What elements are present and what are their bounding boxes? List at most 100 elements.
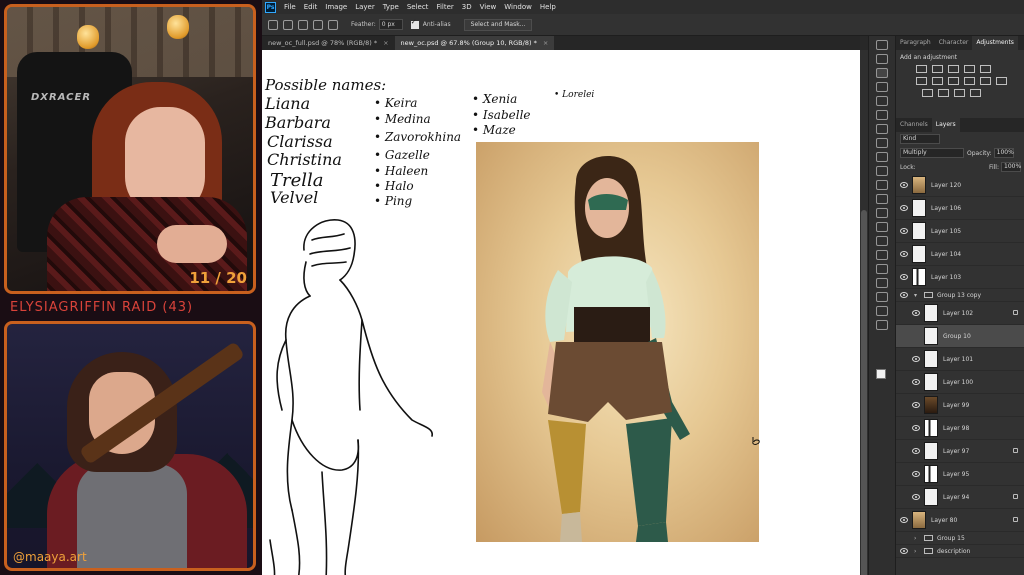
layer-row-selected[interactable]: Group 10: [896, 325, 1024, 348]
expand-arrow-icon[interactable]: ▾: [914, 292, 922, 299]
menu-window[interactable]: Window: [504, 3, 532, 11]
visibility-eye-icon[interactable]: [912, 356, 920, 362]
layer-row[interactable]: Layer 94: [896, 486, 1024, 509]
layer-row[interactable]: Layer 102: [896, 302, 1024, 325]
threshold-icon[interactable]: [954, 89, 965, 97]
lasso-tool-icon[interactable]: [268, 19, 278, 30]
menu-type[interactable]: Type: [383, 3, 399, 11]
new-selection-icon[interactable]: [283, 19, 293, 30]
history-brush-icon[interactable]: [876, 166, 888, 176]
antialias-checkbox[interactable]: [410, 18, 419, 29]
visibility-eye-icon[interactable]: [912, 333, 920, 339]
feather-input[interactable]: 0 px: [378, 19, 403, 30]
posterize-icon[interactable]: [938, 89, 949, 97]
visibility-eye-icon[interactable]: [912, 310, 920, 316]
photoshop-app-icon[interactable]: Ps: [265, 1, 276, 13]
quick-select-tool-icon[interactable]: [876, 82, 888, 92]
hand-tool-icon[interactable]: [876, 292, 888, 302]
menu-select[interactable]: Select: [407, 3, 429, 11]
menu-layer[interactable]: Layer: [355, 3, 375, 11]
layer-row[interactable]: Layer 100: [896, 371, 1024, 394]
visibility-eye-icon[interactable]: [912, 379, 920, 385]
photo-filter-icon[interactable]: [964, 77, 975, 85]
layer-row[interactable]: Layer 101: [896, 348, 1024, 371]
curves-icon[interactable]: [948, 65, 959, 73]
invert-icon[interactable]: [922, 89, 933, 97]
visibility-eye-icon[interactable]: [900, 517, 908, 523]
black-white-icon[interactable]: [948, 77, 959, 85]
visibility-eye-icon[interactable]: [900, 205, 908, 211]
layer-row[interactable]: Layer 120: [896, 174, 1024, 197]
tab-channels[interactable]: Channels: [896, 118, 932, 132]
shape-tool-icon[interactable]: [876, 278, 888, 288]
menu-file[interactable]: File: [284, 3, 296, 11]
visibility-eye-icon[interactable]: [900, 535, 908, 541]
zoom-tool-icon[interactable]: [876, 306, 888, 316]
tab-layers[interactable]: Layers: [931, 118, 960, 132]
fill-input[interactable]: 100%: [1001, 162, 1021, 172]
layer-row[interactable]: Layer 97: [896, 440, 1024, 463]
lasso-tool-icon[interactable]: [876, 68, 888, 78]
visibility-eye-icon[interactable]: [912, 448, 920, 454]
channel-mixer-icon[interactable]: [980, 77, 991, 85]
levels-icon[interactable]: [932, 65, 943, 73]
group-row[interactable]: › Group 15: [896, 532, 1024, 545]
visibility-eye-icon[interactable]: [900, 182, 908, 188]
visibility-eye-icon[interactable]: [900, 548, 908, 554]
select-and-mask-button[interactable]: Select and Mask...: [463, 18, 533, 31]
scrollbar-thumb[interactable]: [861, 210, 867, 575]
menu-image[interactable]: Image: [325, 3, 347, 11]
group-row[interactable]: › description: [896, 545, 1024, 558]
visibility-eye-icon[interactable]: [912, 402, 920, 408]
close-icon[interactable]: ×: [543, 36, 548, 50]
gradient-map-icon[interactable]: [970, 89, 981, 97]
canvas-scrollbar[interactable]: [860, 50, 868, 575]
document-canvas[interactable]: Possible names: Liana Barbara Clarissa C…: [262, 50, 860, 575]
expand-arrow-icon[interactable]: ›: [914, 535, 922, 542]
type-tool-icon[interactable]: [876, 250, 888, 260]
layer-row[interactable]: Layer 105: [896, 220, 1024, 243]
hue-saturation-icon[interactable]: [916, 77, 927, 85]
expand-arrow-icon[interactable]: ›: [914, 548, 922, 555]
kind-filter-select[interactable]: Kind: [900, 134, 940, 144]
layer-row[interactable]: Layer 99: [896, 394, 1024, 417]
menu-help[interactable]: Help: [540, 3, 556, 11]
path-select-tool-icon[interactable]: [876, 264, 888, 274]
marquee-tool-icon[interactable]: [876, 54, 888, 64]
layer-row[interactable]: Layer 98: [896, 417, 1024, 440]
foreground-color-swatch[interactable]: [876, 369, 886, 379]
layer-row[interactable]: Layer 104: [896, 243, 1024, 266]
brush-tool-icon[interactable]: [876, 138, 888, 148]
color-lookup-icon[interactable]: [996, 77, 1007, 85]
exposure-icon[interactable]: [964, 65, 975, 73]
more-tools-icon[interactable]: [876, 320, 888, 330]
tab-paragraph[interactable]: Paragraph: [896, 36, 935, 50]
eraser-tool-icon[interactable]: [876, 180, 888, 190]
tab-new-oc-full[interactable]: new_oc_full.psd @ 78% (RGB/8) * ×: [262, 36, 395, 50]
visibility-eye-icon[interactable]: [912, 471, 920, 477]
layer-row[interactable]: Layer 80: [896, 509, 1024, 532]
dodge-tool-icon[interactable]: [876, 222, 888, 232]
blur-tool-icon[interactable]: [876, 208, 888, 218]
gradient-tool-icon[interactable]: [876, 194, 888, 204]
visibility-eye-icon[interactable]: [900, 251, 908, 257]
add-selection-icon[interactable]: [298, 19, 308, 30]
move-tool-icon[interactable]: [876, 40, 888, 50]
visibility-eye-icon[interactable]: [900, 228, 908, 234]
stamp-tool-icon[interactable]: [876, 152, 888, 162]
vibrance-icon[interactable]: [980, 65, 991, 73]
eyedropper-tool-icon[interactable]: [876, 110, 888, 120]
blend-mode-select[interactable]: Multiply: [900, 148, 964, 158]
visibility-eye-icon[interactable]: [912, 494, 920, 500]
opacity-input[interactable]: 100%: [993, 148, 1014, 158]
tab-new-oc[interactable]: new_oc.psd @ 67.8% (Group 10, RGB/8) * ×: [394, 36, 555, 50]
layer-row[interactable]: Layer 106: [896, 197, 1024, 220]
menu-3d[interactable]: 3D: [462, 3, 472, 11]
color-balance-icon[interactable]: [932, 77, 943, 85]
close-icon[interactable]: ×: [383, 36, 388, 50]
menu-view[interactable]: View: [480, 3, 497, 11]
layer-row[interactable]: Layer 103: [896, 266, 1024, 289]
menu-filter[interactable]: Filter: [436, 3, 453, 11]
menu-edit[interactable]: Edit: [304, 3, 318, 11]
pen-tool-icon[interactable]: [876, 236, 888, 246]
